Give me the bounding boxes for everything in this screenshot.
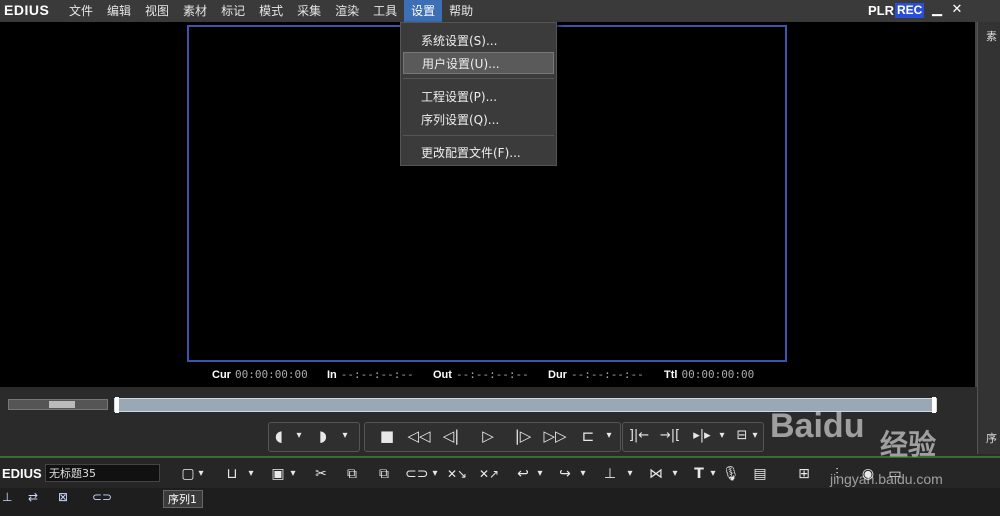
- minimize-button[interactable]: ▁: [929, 2, 945, 18]
- baidu-watermark: Baidu 经验 jingyan.baidu.com: [770, 407, 960, 502]
- menu-help[interactable]: 帮助: [442, 0, 480, 22]
- new-icon[interactable]: ▢: [181, 464, 195, 484]
- play-icon[interactable]: ▷: [478, 424, 498, 448]
- slider-start-handle[interactable]: [115, 397, 119, 413]
- main-menu: 文件 编辑 视图 素材 标记 模式 采集 渲染 工具 设置 帮助: [62, 0, 480, 22]
- stop-icon[interactable]: ■: [378, 424, 396, 448]
- watermark-url: jingyan.baidu.com: [830, 471, 943, 487]
- mix-icon[interactable]: ⊥: [600, 464, 620, 484]
- mark-in-dropdown-icon[interactable]: ▾: [294, 424, 304, 448]
- replace-dropdown-icon[interactable]: ▾: [430, 464, 440, 484]
- menu-project-settings[interactable]: 工程设置(P)...: [403, 86, 554, 108]
- undo-dropdown-icon[interactable]: ▾: [535, 464, 545, 484]
- zoom-scrollbar-thumb[interactable]: [49, 401, 75, 408]
- microphone-icon[interactable]: 🎙: [722, 464, 740, 484]
- plr-indicator[interactable]: PLR: [868, 3, 894, 18]
- mark-out-icon[interactable]: ◗: [316, 424, 330, 448]
- title-icon[interactable]: T: [690, 464, 708, 484]
- tab-sequence-1[interactable]: 序列1: [163, 490, 203, 508]
- split-icon[interactable]: ▸|▸: [690, 424, 714, 448]
- ripple-delete-icon[interactable]: ✕↗: [478, 464, 500, 484]
- watermark-logo: Baidu: [770, 407, 865, 445]
- loop-dropdown-icon[interactable]: ▾: [604, 424, 614, 448]
- tc-dur: Dur --:--:--:--: [548, 368, 644, 381]
- rewind-icon[interactable]: ◁◁: [405, 424, 433, 448]
- split-dropdown-icon[interactable]: ▾: [717, 424, 727, 448]
- sync-icon[interactable]: ⊠: [58, 490, 68, 504]
- tc-in: In --:--:--:--: [327, 368, 414, 381]
- app-brand: EDIUS: [4, 2, 50, 18]
- delete-icon[interactable]: ✕↘: [446, 464, 468, 484]
- menu-edit[interactable]: 编辑: [100, 0, 138, 22]
- menu-render[interactable]: 渲染: [328, 0, 366, 22]
- menu-change-profile[interactable]: 更改配置文件(F)...: [403, 142, 554, 164]
- watermark-jingyan: 经验: [880, 428, 937, 461]
- menu-view[interactable]: 视图: [138, 0, 176, 22]
- rec-indicator[interactable]: REC: [895, 3, 925, 18]
- mark-in-icon[interactable]: ◖: [272, 424, 286, 448]
- menu-bar: EDIUS 文件 编辑 视图 素材 标记 模式 采集 渲染 工具 设置 帮助 P…: [0, 0, 1000, 23]
- redo-dropdown-icon[interactable]: ▾: [578, 464, 588, 484]
- track-tool-icon[interactable]: ⊥: [2, 490, 12, 504]
- render-icon[interactable]: ▤: [750, 464, 770, 484]
- menu-settings[interactable]: 设置: [404, 0, 443, 22]
- insert-icon[interactable]: ]|←: [627, 424, 651, 448]
- mix-dropdown-icon[interactable]: ▾: [625, 464, 635, 484]
- save-dropdown-icon[interactable]: ▾: [288, 464, 298, 484]
- copy-icon[interactable]: ⧉: [343, 464, 361, 484]
- save-icon[interactable]: ▣: [270, 464, 286, 484]
- mark-out-dropdown-icon[interactable]: ▾: [340, 424, 350, 448]
- bin-tab[interactable]: 素: [986, 28, 997, 44]
- replace-icon[interactable]: ⊂⊃: [405, 464, 428, 484]
- title-dropdown-icon[interactable]: ▾: [708, 464, 718, 484]
- tc-ttl: Ttl 00:00:00:00: [664, 368, 755, 381]
- step-back-icon[interactable]: ◁|: [440, 424, 462, 448]
- menu-mode[interactable]: 模式: [252, 0, 290, 22]
- cut-icon[interactable]: ✂: [312, 464, 330, 484]
- settings-dropdown: 系统设置(S)... 用户设置(U)... 工程设置(P)... 序列设置(Q)…: [400, 22, 557, 166]
- right-panel-strip: 素 序: [977, 22, 1000, 454]
- menu-separator: [403, 78, 554, 79]
- tc-cur: Cur 00:00:00:00: [212, 368, 308, 381]
- menu-marker[interactable]: 标记: [214, 0, 252, 22]
- menu-clip[interactable]: 素材: [176, 0, 214, 22]
- menu-user-settings[interactable]: 用户设置(U)...: [403, 52, 554, 74]
- tc-out: Out --:--:--:--: [433, 368, 529, 381]
- menu-capture[interactable]: 采集: [290, 0, 328, 22]
- group-icon[interactable]: ⊂⊃: [92, 490, 112, 504]
- open-icon[interactable]: ⊔: [222, 464, 242, 484]
- fast-forward-icon[interactable]: ▷▷: [541, 424, 569, 448]
- redo-icon[interactable]: ↪: [556, 464, 574, 484]
- transition-icon[interactable]: ⋈: [645, 464, 667, 484]
- output-dropdown-icon[interactable]: ▾: [750, 424, 760, 448]
- menu-separator: [403, 135, 554, 136]
- menu-sequence-settings[interactable]: 序列设置(Q)...: [403, 109, 554, 131]
- paste-icon[interactable]: ⧉: [375, 464, 393, 484]
- link-icon[interactable]: ⇄: [28, 490, 38, 504]
- new-dropdown-icon[interactable]: ▾: [196, 464, 206, 484]
- menu-system-settings[interactable]: 系统设置(S)...: [403, 30, 554, 52]
- overwrite-icon[interactable]: →|[: [658, 424, 682, 448]
- project-name-field[interactable]: 无标题35: [45, 464, 160, 482]
- zoom-scrollbar[interactable]: [8, 399, 108, 410]
- output-icon[interactable]: ⊟: [733, 424, 751, 448]
- transition-dropdown-icon[interactable]: ▾: [670, 464, 680, 484]
- close-button[interactable]: ✕: [949, 2, 965, 18]
- sequence-tab-mini[interactable]: 序: [986, 430, 997, 446]
- loop-icon[interactable]: ⊏: [578, 424, 598, 448]
- menu-file[interactable]: 文件: [62, 0, 100, 22]
- menu-tools[interactable]: 工具: [366, 0, 404, 22]
- open-dropdown-icon[interactable]: ▾: [246, 464, 256, 484]
- step-forward-icon[interactable]: |▷: [512, 424, 534, 448]
- undo-icon[interactable]: ↩: [514, 464, 532, 484]
- timecode-bar: Cur 00:00:00:00 In --:--:--:-- Out --:--:--…: [0, 368, 975, 386]
- timeline-brand: EDIUS: [2, 466, 42, 481]
